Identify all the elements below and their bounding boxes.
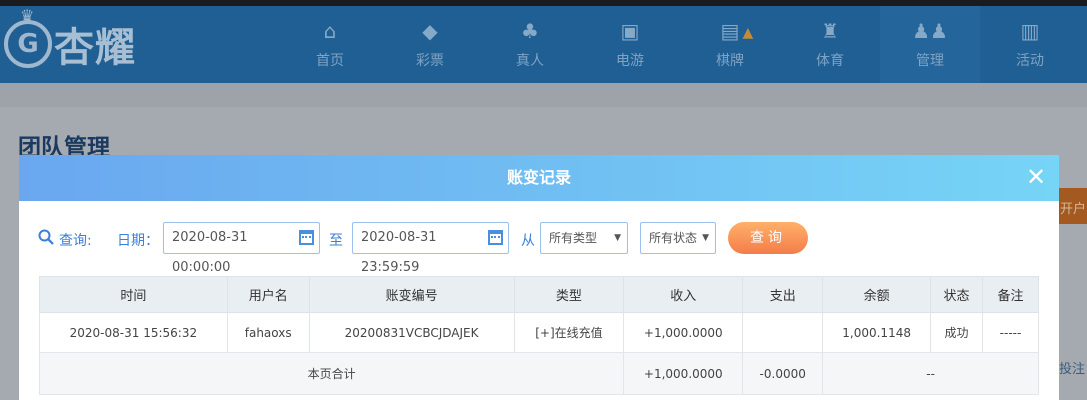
nav-label: 管理 <box>916 52 944 69</box>
nav-item-cards[interactable]: ▤ ▲ 棋牌 <box>680 6 780 83</box>
nav-label: 彩票 <box>416 52 444 69</box>
summary-row: 本页合计 +1,000.0000 -0.0000 -- <box>38 352 1039 395</box>
nav-item-lottery[interactable]: ◆ 彩票 <box>380 6 480 83</box>
query-label: 查询: <box>59 233 92 249</box>
column-header-status: 状态 <box>930 276 984 313</box>
calendar-icon[interactable] <box>488 230 503 245</box>
start-date-value: 2020-08-31 00:00:00 <box>172 230 248 275</box>
chevron-down-icon: ▼ <box>614 233 621 243</box>
cell-expense <box>742 312 824 353</box>
nav-item-manage[interactable]: ♟♟ 管理 <box>880 6 980 83</box>
end-date-value: 2020-08-31 23:59:59 <box>361 230 437 275</box>
table-header-row: 时间 用户名 账变编号 类型 收入 支出 余额 状态 备注 <box>39 276 1039 313</box>
from-label: 从 <box>521 233 535 249</box>
chevron-down-icon: ▼ <box>702 233 709 243</box>
summary-rest: -- <box>822 352 1039 395</box>
status-select-value: 所有状态 <box>649 231 698 245</box>
records-table: 时间 用户名 账变编号 类型 收入 支出 余额 状态 备注 2020-08-31… <box>38 276 1039 395</box>
brand-name: 杏耀 <box>54 25 136 71</box>
column-header-type: 类型 <box>513 276 625 313</box>
modal-title: 账变记录 <box>506 168 571 187</box>
search-icon <box>38 229 54 245</box>
calendar-icon[interactable] <box>299 230 314 245</box>
lottery-ticket-icon: ◆ <box>422 18 438 43</box>
nav-label: 首页 <box>316 52 344 69</box>
bet-link[interactable]: 投注 <box>1059 358 1087 377</box>
type-select-value: 所有类型 <box>549 231 598 245</box>
nav-item-live[interactable]: ♣ 真人 <box>480 6 580 83</box>
cell-username: fahaoxs <box>226 312 310 353</box>
hot-flag-icon: ▲ <box>742 24 754 41</box>
top-navigation-bar: G 杏耀 ⌂ 首页 ◆ 彩票 ♣ 真人 ▣ 电游 ▤▲ 棋牌 ♜ 体育 ♟♟ 管… <box>0 0 1087 83</box>
summary-income: +1,000.0000 <box>623 352 744 395</box>
type-select[interactable]: 所有类型 ▼ <box>540 222 628 254</box>
nav-label: 电游 <box>616 52 644 69</box>
query-form: 查询: 日期： 2020-08-31 00:00:00 至 2020-08-31… <box>37 221 1047 275</box>
logo-emblem-icon: G <box>4 6 52 68</box>
query-button[interactable]: 查询 <box>728 222 808 254</box>
start-date-input[interactable]: 2020-08-31 00:00:00 <box>163 222 320 275</box>
close-icon[interactable]: ✕ <box>1023 162 1049 192</box>
cell-record-id: 20200831VCBCJDAJEK <box>308 312 515 353</box>
main-nav: ⌂ 首页 ◆ 彩票 ♣ 真人 ▣ 电游 ▤ ▲ 棋牌 ♜ 体育 ♟♟ 管理 ▥ 活 <box>280 6 1080 83</box>
cell-balance: 1,000.1148 <box>822 312 932 353</box>
nav-label: 活动 <box>1016 52 1044 69</box>
gift-icon: ▥ <box>1020 18 1040 43</box>
cell-time: 2020-08-31 15:56:32 <box>39 312 228 353</box>
cell-note: ----- <box>982 312 1039 353</box>
sub-bar <box>0 83 1087 107</box>
status-select[interactable]: 所有状态 ▼ <box>640 222 716 254</box>
slot-machine-icon: ▣ <box>620 18 640 43</box>
column-header-time: 时间 <box>39 276 228 313</box>
column-header-balance: 余额 <box>822 276 932 313</box>
open-account-button[interactable]: 开户 <box>1057 188 1087 224</box>
live-dealer-icon: ♣ <box>521 18 539 43</box>
end-date-input[interactable]: 2020-08-31 23:59:59 <box>352 222 509 275</box>
table-row: 2020-08-31 15:56:32 fahaoxs 20200831VCBC… <box>39 312 1039 353</box>
users-icon: ♟♟ <box>912 18 948 43</box>
column-header-username: 用户名 <box>226 276 310 313</box>
column-header-record-id: 账变编号 <box>308 276 515 313</box>
cell-income: +1,000.0000 <box>623 312 744 353</box>
cell-status: 成功 <box>930 312 984 353</box>
summary-label: 本页合计 <box>38 352 625 395</box>
date-label: 日期： <box>117 233 159 249</box>
trophy-icon: ♜ <box>821 18 839 43</box>
card-game-icon: ▤ ▲ <box>720 18 754 43</box>
home-icon: ⌂ <box>323 18 337 43</box>
nav-item-sports[interactable]: ♜ 体育 <box>780 6 880 83</box>
nav-item-slots[interactable]: ▣ 电游 <box>580 6 680 83</box>
nav-item-events[interactable]: ▥ 活动 <box>980 6 1080 83</box>
column-header-note: 备注 <box>982 276 1039 313</box>
site-logo[interactable]: G 杏耀 <box>4 6 136 76</box>
modal-header: 账变记录 ✕ <box>19 155 1059 201</box>
nav-label: 棋牌 <box>716 52 744 69</box>
to-label: 至 <box>329 233 343 249</box>
summary-expense: -0.0000 <box>742 352 824 395</box>
column-header-expense: 支出 <box>742 276 824 313</box>
column-header-income: 收入 <box>623 276 744 313</box>
nav-label: 体育 <box>816 52 844 69</box>
nav-item-home[interactable]: ⌂ 首页 <box>280 6 380 83</box>
cell-type: [+]在线充值 <box>513 312 625 353</box>
nav-label: 真人 <box>516 52 544 69</box>
transaction-records-modal: 账变记录 ✕ 查询: 日期： 2020-08-31 00:00:00 至 202… <box>19 155 1059 400</box>
